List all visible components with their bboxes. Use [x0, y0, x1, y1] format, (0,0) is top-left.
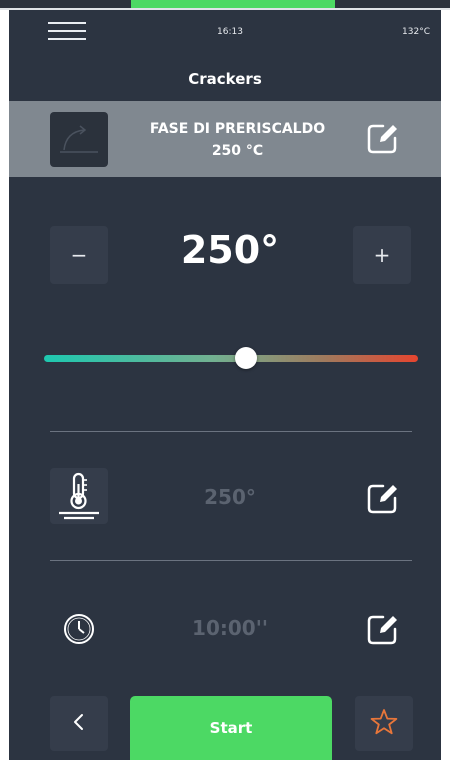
edit-icon [367, 484, 397, 514]
clock-icon[interactable] [62, 612, 96, 646]
phase-temperature: 250 °C [211, 143, 264, 159]
increase-temperature-button[interactable]: + [353, 226, 411, 284]
favorite-button[interactable] [355, 696, 413, 751]
divider [50, 431, 412, 432]
phase-name: FASE DI PRERISCALDO [149, 121, 326, 137]
temperature-slider[interactable] [44, 355, 418, 362]
phase-label: FASE DI PRERISCALDO 250 °C [130, 118, 345, 162]
edit-icon [367, 615, 397, 645]
edit-phase-button[interactable] [366, 121, 400, 155]
start-button[interactable]: Start [130, 696, 332, 760]
active-indicator [131, 0, 335, 8]
minus-icon: − [70, 243, 88, 267]
back-button[interactable] [50, 696, 108, 751]
plus-icon: + [373, 243, 391, 267]
status-time: 16:13 [217, 27, 243, 37]
temperature-setpoint: 250° [180, 228, 280, 272]
temperature-slider-knob[interactable] [234, 347, 257, 369]
timer-value: 10:00'' [192, 616, 268, 640]
edit-timer-button[interactable] [366, 612, 400, 646]
star-icon [370, 709, 398, 735]
frame-left [0, 10, 9, 760]
status-oven-temperature: 132°C [402, 27, 430, 37]
divider [50, 560, 412, 561]
probe-thermometer-icon[interactable] [50, 468, 108, 524]
decrease-temperature-button[interactable]: − [50, 226, 108, 284]
preheat-phase-icon[interactable] [50, 112, 108, 167]
edit-probe-button[interactable] [366, 481, 400, 515]
top-strip [0, 0, 450, 10]
edit-icon [367, 124, 397, 154]
top-divider [0, 8, 450, 10]
recipe-title: Crackers [188, 70, 262, 88]
chevron-left-icon [74, 714, 83, 730]
hamburger-menu-icon[interactable] [48, 22, 86, 42]
probe-temperature-value: 250° [204, 485, 256, 509]
frame-right [441, 10, 450, 760]
